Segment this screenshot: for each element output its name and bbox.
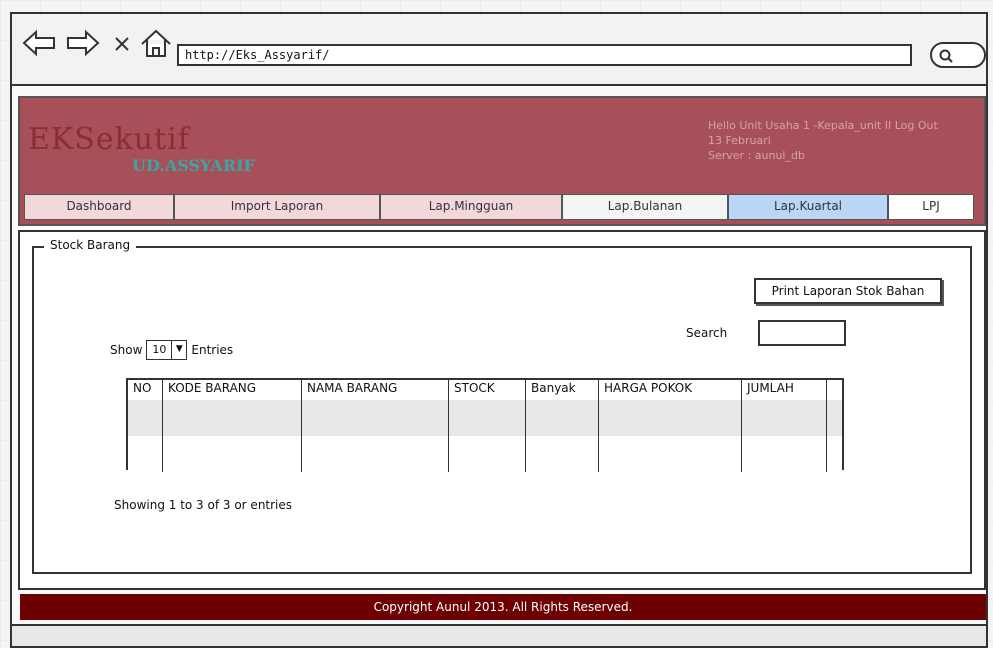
column-header[interactable]: STOCK xyxy=(448,380,526,400)
tab-import-laporan[interactable]: Import Laporan xyxy=(174,194,380,220)
browser-search[interactable] xyxy=(930,42,986,68)
main-menu: Dashboard Import Laporan Lap.Mingguan La… xyxy=(24,194,974,222)
stop-icon[interactable] xyxy=(112,28,132,58)
tab-lpj[interactable]: LPJ xyxy=(888,194,974,220)
column-header xyxy=(827,380,843,400)
column-header[interactable]: JUMLAH xyxy=(741,380,827,400)
entries-value: 10 xyxy=(147,341,173,359)
server-label: Server : aunul_db xyxy=(708,149,805,162)
content-area: Stock Barang Print Laporan Stok Bahan Se… xyxy=(18,230,986,590)
table-row[interactable] xyxy=(128,436,842,472)
stock-table: NO KODE BARANG NAMA BARANG STOCK Banyak … xyxy=(126,378,844,472)
chevron-down-icon: ▼ xyxy=(175,344,183,354)
print-stock-button[interactable]: Print Laporan Stok Bahan xyxy=(754,278,942,304)
column-header[interactable]: Banyak xyxy=(525,380,599,400)
table-header-row: NO KODE BARANG NAMA BARANG STOCK Banyak … xyxy=(128,380,842,400)
tab-lap-kuartal[interactable]: Lap.Kuartal xyxy=(728,194,888,220)
column-header[interactable]: NO xyxy=(128,380,163,400)
tab-lap-mingguan[interactable]: Lap.Mingguan xyxy=(380,194,562,220)
search-icon xyxy=(939,49,953,63)
url-bar[interactable]: http://Eks_Assyarif/ xyxy=(177,44,912,66)
column-header[interactable]: HARGA POKOK xyxy=(598,380,742,400)
user-info: Hello Unit Usaha 1 -Kepala_unit II Log O… xyxy=(708,118,938,163)
entries-control: Show 10 ▼ Entries xyxy=(110,340,233,360)
show-label: Show xyxy=(110,343,143,357)
column-header[interactable]: KODE BARANG xyxy=(162,380,302,400)
browser-window: http://Eks_Assyarif/ EKSekutif UD.ASSYAR… xyxy=(10,12,988,648)
column-header[interactable]: NAMA BARANG xyxy=(301,380,449,400)
search-label: Search xyxy=(686,326,728,340)
table-row[interactable] xyxy=(128,400,842,436)
back-arrow-icon[interactable] xyxy=(22,28,56,58)
panel-legend: Stock Barang xyxy=(44,238,137,252)
entries-label: Entries xyxy=(191,343,234,357)
forward-arrow-icon[interactable] xyxy=(66,28,100,58)
tab-dashboard[interactable]: Dashboard xyxy=(24,194,174,220)
footer: Copyright Aunul 2013. All Rights Reserve… xyxy=(20,594,986,620)
search-input[interactable] xyxy=(758,320,846,346)
home-icon[interactable] xyxy=(140,28,172,58)
app-header: EKSekutif UD.ASSYARIF Hello Unit Usaha 1… xyxy=(18,96,986,226)
status-bar xyxy=(12,624,986,646)
brand-title: EKSekutif xyxy=(28,122,190,157)
table-info: Showing 1 to 3 of 3 or entries xyxy=(114,498,293,512)
entries-select[interactable]: 10 ▼ xyxy=(146,340,188,360)
browser-toolbar: http://Eks_Assyarif/ xyxy=(12,14,986,86)
stock-barang-panel: Stock Barang Print Laporan Stok Bahan Se… xyxy=(32,238,972,574)
user-greeting[interactable]: Hello Unit Usaha 1 -Kepala_unit II Log O… xyxy=(708,118,938,133)
brand-subtitle: UD.ASSYARIF xyxy=(132,156,255,175)
tab-lap-bulanan[interactable]: Lap.Bulanan xyxy=(562,194,728,220)
date-label: 13 Februari xyxy=(708,134,771,147)
